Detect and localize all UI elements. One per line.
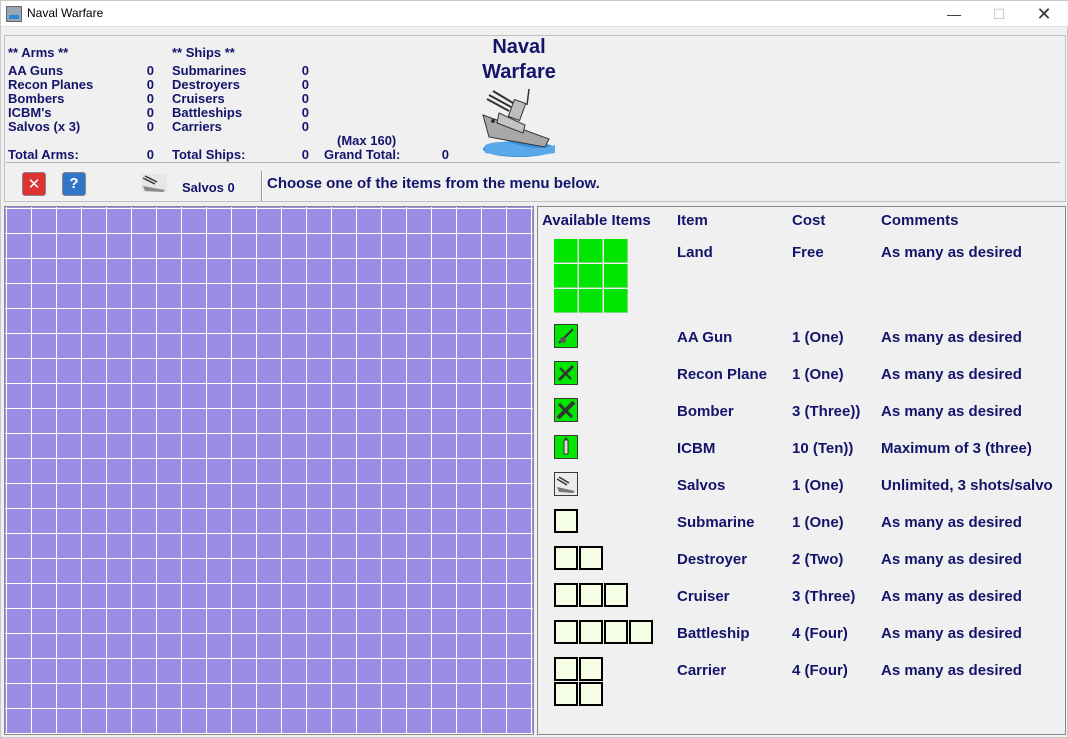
recon-plane-icon[interactable] — [554, 361, 578, 385]
row-carrier-cost: 4 (Four) — [792, 662, 848, 679]
ships-destroyers-label: Destroyers — [172, 77, 240, 92]
row-salvos-comment: Unlimited, 3 shots/salvo — [881, 477, 1053, 494]
row-carrier-item[interactable]: Carrier — [677, 662, 726, 679]
row-cruiser-cost: 3 (Three) — [792, 588, 856, 605]
row-aa-gun-cost: 1 (One) — [792, 329, 844, 346]
row-land-comment: As many as desired — [881, 244, 1022, 261]
row-recon-plane-cost: 1 (One) — [792, 366, 844, 383]
logo-line-1: Naval — [492, 36, 546, 58]
arms-bombers-label: Bombers — [8, 91, 65, 106]
arms-recon-label: Recon Planes — [8, 77, 94, 92]
ships-submarines-label: Submarines — [172, 63, 247, 78]
ships-battleships-label: Battleships — [172, 105, 243, 120]
salvo-ship-icon — [141, 174, 167, 192]
logo-line-2: Warfare — [482, 61, 556, 83]
salvos-counter: Salvos 0 — [182, 180, 235, 195]
app-window: Naval Warfare — ☐ ✕ ** Arms ** AA Guns 0… — [0, 0, 1068, 738]
row-battleship-comment: As many as desired — [881, 625, 1022, 642]
row-salvos-cost: 1 (One) — [792, 477, 844, 494]
battleship-shape-icon[interactable] — [554, 620, 654, 645]
items-menu-panel: Available Items Item Cost Comments Land … — [537, 206, 1066, 735]
row-salvos-item[interactable]: Salvos — [677, 477, 725, 494]
arms-salvos-label: Salvos (x 3) — [8, 119, 81, 134]
total-arms-label: Total Arms: — [8, 147, 79, 162]
status-message: Choose one of the items from the menu be… — [267, 175, 600, 192]
arms-header: ** Arms ** — [8, 45, 69, 60]
header-cost: Cost — [792, 212, 826, 229]
row-aa-gun-comment: As many as desired — [881, 329, 1022, 346]
close-button[interactable]: ✕ — [1021, 1, 1067, 27]
max-note: (Max 160) — [337, 133, 397, 148]
header-item: Item — [677, 212, 708, 229]
arms-aa-guns-label: AA Guns — [8, 63, 64, 78]
arms-icbm-value: 0 — [146, 105, 154, 120]
row-land-cost: Free — [792, 244, 824, 261]
arms-icbm-label: ICBM's — [8, 105, 52, 120]
aa-gun-icon[interactable] — [554, 324, 578, 348]
row-aa-gun-item[interactable]: AA Gun — [677, 329, 732, 346]
ships-carriers-label: Carriers — [172, 119, 222, 134]
header-comments: Comments — [881, 212, 959, 229]
ships-destroyers-value: 0 — [301, 77, 309, 92]
destroyer-shape-icon[interactable] — [554, 546, 604, 571]
icbm-missile-icon[interactable] — [554, 435, 578, 459]
arms-recon-value: 0 — [146, 77, 154, 92]
header-divider — [6, 162, 1060, 163]
ships-cruisers-value: 0 — [301, 91, 309, 106]
total-arms-value: 0 — [146, 147, 154, 162]
row-submarine-comment: As many as desired — [881, 514, 1022, 531]
row-land-item[interactable]: Land — [677, 244, 713, 261]
cruiser-shape-icon[interactable] — [554, 583, 629, 608]
row-bomber-item[interactable]: Bomber — [677, 403, 734, 420]
row-battleship-cost: 4 (Four) — [792, 625, 848, 642]
bomber-icon[interactable] — [554, 398, 578, 422]
arms-bombers-value: 0 — [146, 91, 154, 106]
row-destroyer-item[interactable]: Destroyer — [677, 551, 747, 568]
grand-total-value: 0 — [441, 147, 449, 162]
toolbar-separator — [261, 171, 263, 201]
row-icbm-comment: Maximum of 3 (three) — [881, 440, 1032, 457]
help-button[interactable] — [62, 172, 86, 196]
row-cruiser-comment: As many as desired — [881, 588, 1022, 605]
logo-title: Naval Warfare — [469, 35, 569, 85]
total-ships-label: Total Ships: — [172, 147, 246, 162]
row-destroyer-cost: 2 (Two) — [792, 551, 844, 568]
arms-aa-guns-value: 0 — [146, 63, 154, 78]
minimize-button[interactable]: — — [931, 1, 977, 27]
game-grid[interactable] — [4, 206, 534, 735]
ships-submarines-value: 0 — [301, 63, 309, 78]
arms-salvos-value: 0 — [146, 119, 154, 134]
row-cruiser-item[interactable]: Cruiser — [677, 588, 730, 605]
app-icon — [6, 6, 22, 22]
ships-header: ** Ships ** — [172, 45, 235, 60]
header-available-items: Available Items — [542, 212, 651, 229]
cancel-button[interactable] — [22, 172, 46, 196]
row-submarine-cost: 1 (One) — [792, 514, 844, 531]
window-title: Naval Warfare — [27, 6, 104, 20]
row-submarine-item[interactable]: Submarine — [677, 514, 755, 531]
row-icbm-cost: 10 (Ten)) — [792, 440, 854, 457]
row-recon-plane-item[interactable]: Recon Plane — [677, 366, 767, 383]
ships-cruisers-label: Cruisers — [172, 91, 225, 106]
total-ships-value: 0 — [301, 147, 309, 162]
carrier-shape-icon[interactable] — [554, 657, 604, 707]
title-bar: Naval Warfare — ☐ ✕ — [1, 1, 1068, 27]
ships-carriers-value: 0 — [301, 119, 309, 134]
row-carrier-comment: As many as desired — [881, 662, 1022, 679]
row-icbm-item[interactable]: ICBM — [677, 440, 715, 457]
row-recon-plane-comment: As many as desired — [881, 366, 1022, 383]
land-item-icon[interactable] — [554, 239, 629, 314]
submarine-shape-icon[interactable] — [554, 509, 579, 534]
grand-total-label: Grand Total: — [324, 147, 401, 162]
row-destroyer-comment: As many as desired — [881, 551, 1022, 568]
battleship-logo-image — [482, 88, 555, 157]
row-bomber-cost: 3 (Three)) — [792, 403, 861, 420]
ships-battleships-value: 0 — [301, 105, 309, 120]
row-battleship-item[interactable]: Battleship — [677, 625, 750, 642]
maximize-button[interactable]: ☐ — [976, 1, 1022, 27]
row-bomber-comment: As many as desired — [881, 403, 1022, 420]
salvos-ship-icon[interactable] — [554, 472, 578, 496]
